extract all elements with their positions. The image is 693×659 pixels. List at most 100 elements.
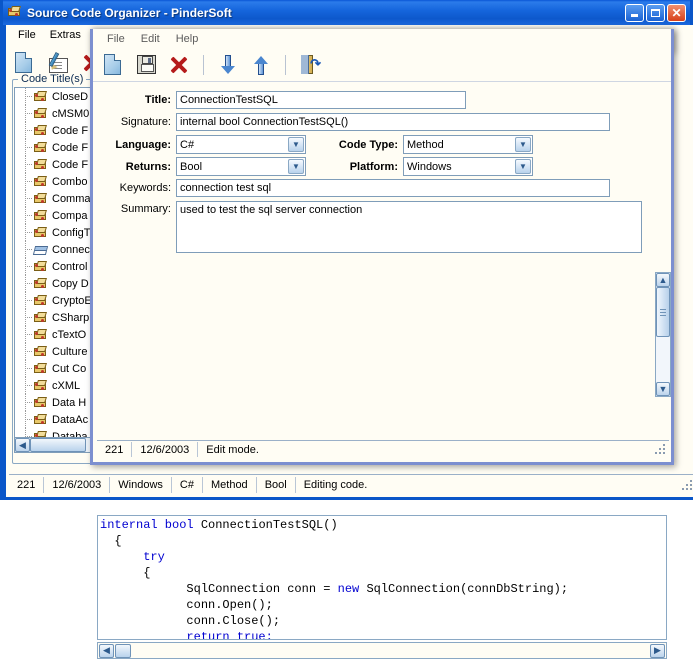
tree-item[interactable]: Code F bbox=[15, 156, 101, 173]
tree-item[interactable]: Code F bbox=[15, 122, 101, 139]
status-message: Editing code. bbox=[303, 478, 368, 491]
tree-item[interactable]: Comma bbox=[15, 190, 101, 207]
tree-item[interactable]: CloseD bbox=[15, 88, 101, 105]
tree-item[interactable]: Data H bbox=[15, 394, 101, 411]
scroll-thumb[interactable] bbox=[656, 287, 670, 337]
tree-item-label: Cut Co bbox=[52, 362, 87, 375]
menu-extras[interactable]: Extras bbox=[43, 27, 88, 43]
code-editor-form: Title: ConnectionTestSQL Signature: inte… bbox=[93, 85, 671, 271]
scroll-left-icon[interactable]: ◀ bbox=[15, 438, 30, 452]
tree-item-label: ConfigT bbox=[52, 226, 91, 239]
tree-connector bbox=[25, 292, 33, 309]
package-icon bbox=[33, 158, 49, 172]
delete-button[interactable] bbox=[167, 53, 191, 77]
scroll-right-icon[interactable]: ▶ bbox=[650, 643, 665, 658]
tree-item[interactable]: CryptoE bbox=[15, 292, 101, 309]
title-input[interactable]: ConnectionTestSQL bbox=[176, 91, 466, 109]
minimize-icon[interactable] bbox=[625, 3, 644, 22]
tree-item[interactable]: DataAc bbox=[15, 411, 101, 428]
new-document-icon bbox=[104, 53, 121, 75]
new-code-button[interactable] bbox=[12, 51, 36, 75]
resize-grip[interactable] bbox=[655, 444, 667, 456]
tree-connector bbox=[25, 241, 33, 258]
package-icon bbox=[33, 124, 49, 138]
move-up-button[interactable] bbox=[249, 53, 273, 77]
code-line: conn.Close(); bbox=[100, 614, 281, 628]
tree-item-selected[interactable]: Connec bbox=[15, 241, 101, 258]
new-button[interactable] bbox=[101, 53, 125, 77]
close-icon[interactable]: ✕ bbox=[667, 3, 686, 22]
code-line: { bbox=[100, 566, 151, 580]
tree-item-label: Combo bbox=[52, 175, 88, 188]
main-window-title: Source Code Organizer - PinderSoft bbox=[27, 5, 232, 20]
platform-select[interactable]: Windows ▼ bbox=[403, 157, 533, 176]
chevron-down-icon[interactable]: ▼ bbox=[288, 137, 304, 152]
arrow-up-icon bbox=[254, 55, 268, 75]
new-document-icon bbox=[15, 51, 32, 73]
tree-item[interactable]: Control bbox=[15, 258, 101, 275]
tree-connector bbox=[25, 207, 33, 224]
keywords-input[interactable]: connection test sql bbox=[176, 179, 610, 197]
scroll-thumb[interactable] bbox=[30, 438, 86, 452]
tree-item[interactable]: cXML bbox=[15, 377, 101, 394]
tree-connector bbox=[25, 360, 33, 377]
platform-label: Platform: bbox=[349, 160, 398, 173]
menu-file[interactable]: File bbox=[11, 27, 43, 43]
code-titles-tree[interactable]: CloseD cMSM0 Code F Code F Code F Combo … bbox=[14, 87, 102, 453]
code-line: return true; bbox=[186, 630, 273, 640]
scroll-left-icon[interactable]: ◀ bbox=[99, 643, 114, 658]
edit-code-button[interactable] bbox=[46, 51, 70, 75]
tree-item[interactable]: Culture bbox=[15, 343, 101, 360]
tree-item[interactable]: cTextO bbox=[15, 326, 101, 343]
code-type-select[interactable]: Method ▼ bbox=[403, 135, 533, 154]
package-icon bbox=[33, 209, 49, 223]
scroll-down-icon[interactable]: ▼ bbox=[656, 382, 670, 396]
code-textarea[interactable]: internal bool ConnectionTestSQL() { try … bbox=[97, 515, 667, 640]
exit-button[interactable]: ↷ bbox=[298, 53, 322, 77]
menu-help[interactable]: Help bbox=[168, 32, 207, 46]
tree-item-label: cTextO bbox=[52, 328, 87, 341]
tree-item-label: CryptoE bbox=[52, 294, 92, 307]
chevron-down-icon[interactable]: ▼ bbox=[515, 137, 531, 152]
tree-item[interactable]: Code F bbox=[15, 139, 101, 156]
package-icon bbox=[7, 5, 23, 21]
tree-item[interactable]: CSharp bbox=[15, 309, 101, 326]
menu-edit[interactable]: Edit bbox=[133, 32, 168, 46]
package-icon bbox=[33, 311, 49, 325]
menu-file[interactable]: File bbox=[99, 32, 133, 46]
maximize-icon[interactable] bbox=[646, 3, 665, 22]
code-vertical-scrollbar[interactable]: ▲ ▼ bbox=[655, 272, 671, 397]
chevron-down-icon[interactable]: ▼ bbox=[288, 159, 304, 174]
summary-textarea[interactable]: used to test the sql server connection bbox=[176, 201, 642, 253]
package-icon bbox=[33, 379, 49, 393]
save-button[interactable] bbox=[134, 53, 158, 77]
toolbar-separator bbox=[203, 54, 204, 75]
tree-item[interactable]: Compa bbox=[15, 207, 101, 224]
keywords-label: Keywords: bbox=[119, 182, 171, 194]
scroll-thumb[interactable] bbox=[115, 643, 131, 658]
signature-input[interactable]: internal bool ConnectionTestSQL() bbox=[176, 113, 610, 131]
package-icon bbox=[33, 192, 49, 206]
code-pane-container: internal bool ConnectionTestSQL() { try … bbox=[93, 272, 671, 659]
tree-item[interactable]: Cut Co bbox=[15, 360, 101, 377]
tree-item[interactable]: Copy D bbox=[15, 275, 101, 292]
title-label: Title: bbox=[144, 94, 171, 106]
chevron-down-icon[interactable]: ▼ bbox=[515, 159, 531, 174]
tree-item[interactable]: ConfigT bbox=[15, 224, 101, 241]
resize-grip[interactable] bbox=[682, 480, 693, 492]
tree-item[interactable]: cMSM0 bbox=[15, 105, 101, 122]
language-select[interactable]: C# ▼ bbox=[176, 135, 306, 154]
scroll-up-icon[interactable]: ▲ bbox=[656, 273, 670, 287]
package-icon bbox=[33, 345, 49, 359]
editor-status-date: 12/6/2003 bbox=[132, 442, 199, 457]
move-down-button[interactable] bbox=[216, 53, 240, 77]
platform-value: Windows bbox=[407, 160, 452, 173]
code-horizontal-scrollbar[interactable]: ◀ ▶ bbox=[97, 642, 667, 659]
tree-item[interactable]: Combo bbox=[15, 173, 101, 190]
tree-horizontal-scrollbar[interactable]: ◀ bbox=[14, 437, 102, 453]
status-codetype: Method bbox=[203, 476, 257, 493]
returns-select[interactable]: Bool ▼ bbox=[176, 157, 306, 176]
tree-connector bbox=[25, 309, 33, 326]
status-count: 221 bbox=[9, 476, 45, 493]
code-line: { bbox=[100, 534, 122, 548]
